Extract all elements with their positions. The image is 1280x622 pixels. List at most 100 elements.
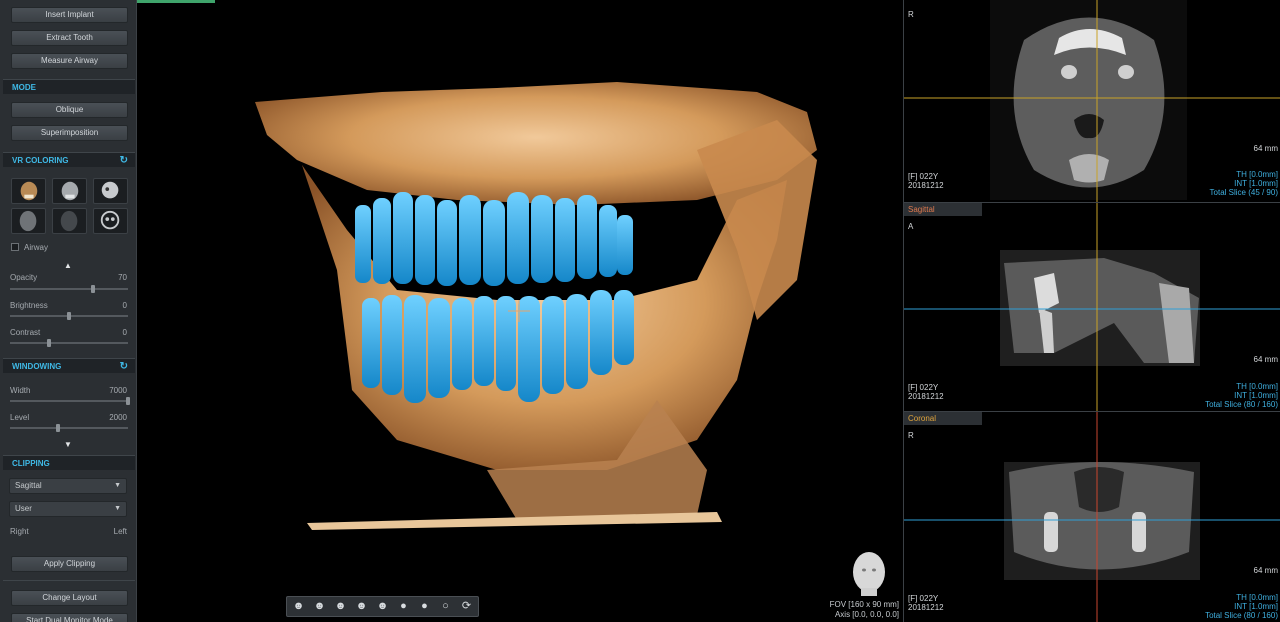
head-soft-tissue-icon <box>19 210 37 232</box>
oblique-button[interactable]: Oblique <box>11 102 128 118</box>
sagittal-date: 20181212 <box>908 392 944 401</box>
head-orientation-icon <box>853 552 885 596</box>
vr-preset-skull-outline[interactable] <box>93 208 128 234</box>
axial-th: TH [0.0mm] <box>1236 170 1278 179</box>
refresh-icon[interactable]: ↻ <box>120 359 128 374</box>
coronal-orientation-label: R <box>908 431 914 440</box>
coronal-view[interactable]: Coronal R 64 mm [F] 022Y 20181212 TH [0.… <box>903 411 1280 622</box>
sagittal-scale-label: 64 mm <box>1253 355 1278 364</box>
refresh-icon[interactable]: ↻ <box>120 153 128 168</box>
head-dark-icon <box>60 210 78 232</box>
head-bottom-icon[interactable]: ☻ <box>374 599 391 614</box>
clip-side-right-label: Right <box>10 527 29 536</box>
coronal-patient: [F] 022Y <box>908 594 939 603</box>
width-slider[interactable] <box>10 397 130 405</box>
brightness-slider[interactable] <box>10 312 128 320</box>
windowing-section-title: WINDOWING <box>12 362 62 371</box>
contrast-slider[interactable] <box>10 339 128 347</box>
head-top-icon[interactable]: ☻ <box>353 599 370 614</box>
collapse-up-icon[interactable]: ▲ <box>64 261 72 270</box>
collapse-down-icon[interactable]: ▼ <box>64 440 72 449</box>
sagittal-patient-info: [F] 022Y 20181212 <box>908 383 944 401</box>
skull-white-icon <box>101 181 119 199</box>
level-slider-knob[interactable] <box>56 424 61 432</box>
jaw-3d-render <box>255 82 885 596</box>
sagittal-th: TH [0.0mm] <box>1236 382 1278 391</box>
axial-slice-info: TH [0.0mm] INT [1.0mm] Total Slice (45 /… <box>1210 170 1278 197</box>
axial-total-slice: Total Slice (45 / 90) <box>1209 188 1278 197</box>
volume-render-view[interactable]: FOV [160 x 90 mm] Axis [0.0, 0.0, 0.0] <box>137 0 903 622</box>
contrast-slider-knob[interactable] <box>46 339 51 347</box>
skull-gray-icon <box>61 181 79 201</box>
axial-scale-label: 64 mm <box>1253 144 1278 153</box>
view-orientation-toolbar: ☻ ☻ ☻ ☻ ☻ ● ● ○ ⟳ <box>286 596 479 617</box>
clipping-plane-select[interactable]: Sagittal ▼ <box>9 478 127 494</box>
vr-coloring-section-title: VR COLORING <box>12 156 69 165</box>
change-layout-button[interactable]: Change Layout <box>11 590 128 606</box>
fov-text: FOV [160 x 90 mm] <box>829 600 899 609</box>
opacity-label: Opacity <box>10 273 38 282</box>
vr-preset-soft-tissue[interactable] <box>11 208 46 234</box>
sagittal-slice-image <box>904 203 1280 411</box>
width-value: 7000 <box>109 386 127 395</box>
head-left-icon[interactable]: ☻ <box>311 599 328 614</box>
skull-color-icon <box>20 181 38 201</box>
axial-patient-info: [F] 022Y 20181212 <box>908 172 944 190</box>
sagittal-int: INT [1.0mm] <box>1234 391 1278 400</box>
dual-monitor-button[interactable]: Start Dual Monitor Mode <box>11 613 128 622</box>
vr-preset-skull-white[interactable] <box>93 178 128 204</box>
brightness-slider-knob[interactable] <box>67 312 71 320</box>
coronal-total-slice: Total Slice (80 / 160) <box>1205 611 1278 620</box>
axial-view[interactable]: R 64 mm [F] 022Y 20181212 TH [0.0mm] INT… <box>903 0 1280 202</box>
head-front-icon[interactable]: ☻ <box>290 599 307 614</box>
extract-tooth-button[interactable]: Extract Tooth <box>11 30 128 46</box>
axial-patient: [F] 022Y <box>908 172 939 181</box>
sphere-icon[interactable]: ○ <box>437 599 454 614</box>
contrast-label: Contrast <box>10 328 41 337</box>
contrast-value: 0 <box>122 328 127 337</box>
coronal-patient-info: [F] 022Y 20181212 <box>908 594 944 612</box>
coronal-slice-image <box>904 412 1280 622</box>
clip-side-left-label: Left <box>113 527 127 536</box>
axial-orientation-label: R <box>908 10 914 19</box>
airway-label: Airway <box>24 243 49 252</box>
coronal-slice-info: TH [0.0mm] INT [1.0mm] Total Slice (80 /… <box>1205 593 1278 620</box>
opacity-value: 70 <box>118 273 127 282</box>
opacity-slider[interactable] <box>10 285 128 293</box>
head-right-icon[interactable]: ☻ <box>332 599 349 614</box>
coronal-int: INT [1.0mm] <box>1234 602 1278 611</box>
coronal-scale-label: 64 mm <box>1253 566 1278 575</box>
insert-implant-button[interactable]: Insert Implant <box>11 7 128 23</box>
clipping-mode-select[interactable]: User ▼ <box>9 501 127 517</box>
axis-text: Axis [0.0, 0.0, 0.0] <box>834 610 899 619</box>
head-back-icon[interactable]: ● <box>395 599 412 614</box>
head-oblique-icon[interactable]: ● <box>416 599 433 614</box>
coronal-th: TH [0.0mm] <box>1236 593 1278 602</box>
view-active-indicator <box>137 0 215 3</box>
skull-outline-icon <box>100 210 120 230</box>
coronal-date: 20181212 <box>908 603 944 612</box>
width-slider-knob[interactable] <box>126 397 130 405</box>
superimposition-button[interactable]: Superimposition <box>11 125 128 141</box>
clipping-section-header: CLIPPING <box>3 455 135 470</box>
measure-airway-button[interactable]: Measure Airway <box>11 53 128 69</box>
vr-preset-bone-color[interactable] <box>11 178 46 204</box>
chevron-down-icon: ▼ <box>114 505 121 512</box>
mode-section-header: MODE <box>3 79 135 94</box>
airway-checkbox[interactable] <box>11 243 19 251</box>
level-slider[interactable] <box>10 424 128 432</box>
apply-clipping-button[interactable]: Apply Clipping <box>11 556 128 572</box>
sagittal-patient: [F] 022Y <box>908 383 939 392</box>
clipping-section-title: CLIPPING <box>12 459 50 468</box>
brightness-value: 0 <box>122 301 127 310</box>
vr-preset-dark[interactable] <box>52 208 87 234</box>
width-label: Width <box>10 386 31 395</box>
upper-teeth-shape <box>355 192 633 286</box>
sagittal-title: Sagittal <box>904 203 982 216</box>
rotate-icon[interactable]: ⟳ <box>458 599 475 614</box>
axial-int: INT [1.0mm] <box>1234 179 1278 188</box>
vr-preset-bone-gray[interactable] <box>52 178 87 204</box>
opacity-slider-knob[interactable] <box>90 285 95 293</box>
vr-coloring-section-header: VR COLORING ↻ <box>3 152 135 167</box>
sagittal-view[interactable]: Sagittal A 64 mm [F] 022Y 20181212 TH [0… <box>903 202 1280 411</box>
